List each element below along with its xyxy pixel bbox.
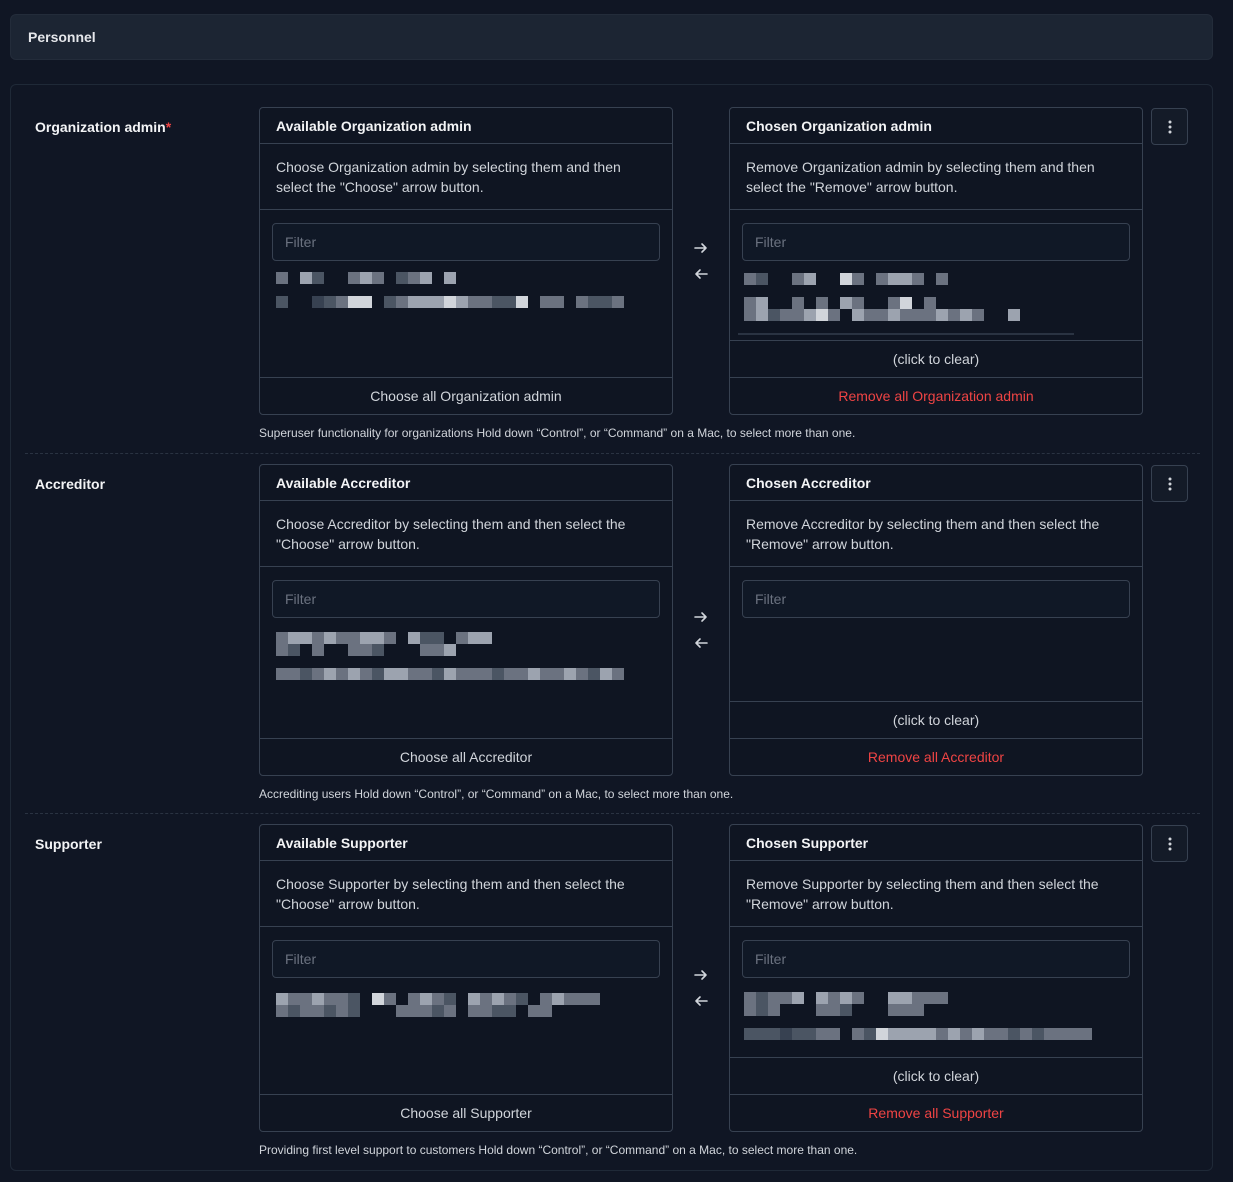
kebab-menu-icon — [1168, 837, 1171, 850]
available-box: Available Organization admin Choose Orga… — [259, 107, 673, 415]
arrow-left-icon — [695, 269, 708, 279]
chosen-title: Chosen Accreditor — [730, 465, 1142, 501]
list-item[interactable] — [744, 1028, 1092, 1040]
kebab-menu-icon — [1168, 477, 1171, 490]
remove-all-button[interactable]: Remove all Supporter — [730, 1094, 1142, 1131]
choose-button[interactable] — [691, 238, 711, 258]
chosen-box: Chosen Accreditor Remove Accreditor by s… — [729, 464, 1143, 776]
list-item[interactable] — [276, 668, 624, 680]
field-menu-button[interactable] — [1151, 825, 1188, 862]
available-help: Choose Supporter by selecting them and t… — [260, 861, 672, 927]
chosen-title: Chosen Supporter — [730, 825, 1142, 861]
field-menu-button[interactable] — [1151, 108, 1188, 145]
chosen-help: Remove Supporter by selecting them and t… — [730, 861, 1142, 927]
list-item[interactable] — [744, 309, 1020, 321]
chosen-filter-input[interactable] — [742, 940, 1130, 978]
list-item[interactable] — [276, 632, 492, 644]
list-item[interactable] — [744, 1004, 924, 1016]
available-filter-input[interactable] — [272, 580, 660, 618]
list-item[interactable] — [276, 1005, 552, 1017]
available-filter-input[interactable] — [272, 223, 660, 261]
available-help: Choose Organization admin by selecting t… — [260, 144, 672, 210]
chosen-filter-input[interactable] — [742, 580, 1130, 618]
arrow-left-icon — [695, 996, 708, 1006]
click-to-clear-button[interactable]: (click to clear) — [730, 340, 1142, 377]
list-item[interactable] — [744, 297, 936, 309]
arrow-left-icon — [695, 638, 708, 648]
available-box: Available Accreditor Choose Accreditor b… — [259, 464, 673, 776]
field-label: Supporter — [35, 836, 102, 852]
remove-all-button[interactable]: Remove all Organization admin — [730, 377, 1142, 414]
choose-all-button[interactable]: Choose all Organization admin — [260, 377, 672, 414]
list-item[interactable] — [276, 272, 456, 284]
chosen-box: Chosen Supporter Remove Supporter by sel… — [729, 824, 1143, 1132]
field-help-text: Providing first level support to custome… — [259, 1143, 858, 1157]
field-help-text: Accrediting users Hold down “Control”, o… — [259, 787, 734, 801]
field-row-supporter: Supporter Available Supporter Choose Sup… — [11, 813, 1212, 1171]
click-to-clear-button[interactable]: (click to clear) — [730, 701, 1142, 738]
arrow-right-icon — [694, 243, 707, 253]
available-select-list[interactable] — [260, 985, 672, 1093]
list-item[interactable] — [744, 273, 948, 285]
available-help: Choose Accreditor by selecting them and … — [260, 501, 672, 567]
list-item[interactable] — [276, 644, 468, 656]
chosen-select-list[interactable] — [730, 268, 1142, 340]
chosen-select-list[interactable] — [730, 625, 1142, 701]
choose-button[interactable] — [691, 965, 711, 985]
available-filter-input[interactable] — [272, 940, 660, 978]
chosen-filter-input[interactable] — [742, 223, 1130, 261]
available-select-list[interactable] — [260, 625, 672, 737]
field-label: Accreditor — [35, 476, 106, 492]
list-item[interactable] — [276, 296, 624, 308]
field-label: Organization admin* — [35, 119, 172, 135]
field-menu-button[interactable] — [1151, 465, 1188, 502]
available-select-list[interactable] — [260, 268, 672, 376]
available-title: Available Organization admin — [260, 108, 672, 144]
chosen-title: Chosen Organization admin — [730, 108, 1142, 144]
available-title: Available Supporter — [260, 825, 672, 861]
choose-button[interactable] — [691, 607, 711, 627]
list-item[interactable] — [276, 993, 600, 1005]
remove-button[interactable] — [691, 633, 711, 653]
personnel-fieldset: Organization admin* Available Organizati… — [10, 84, 1213, 1171]
section-header: Personnel — [10, 14, 1213, 60]
click-to-clear-button[interactable]: (click to clear) — [730, 1057, 1142, 1094]
field-row-accreditor: Accreditor Available Accreditor Choose A… — [11, 453, 1212, 813]
choose-all-button[interactable]: Choose all Supporter — [260, 1094, 672, 1131]
chosen-help: Remove Organization admin by selecting t… — [730, 144, 1142, 210]
arrow-right-icon — [694, 970, 707, 980]
field-row-organization-admin: Organization admin* Available Organizati… — [11, 85, 1212, 453]
field-help-text: Superuser functionality for organization… — [259, 426, 856, 440]
arrow-right-icon — [694, 612, 707, 622]
remove-button[interactable] — [691, 264, 711, 284]
list-item[interactable] — [744, 992, 948, 1004]
remove-all-button[interactable]: Remove all Accreditor — [730, 738, 1142, 775]
choose-all-button[interactable]: Choose all Accreditor — [260, 738, 672, 775]
remove-button[interactable] — [691, 991, 711, 1011]
chosen-help: Remove Accreditor by selecting them and … — [730, 501, 1142, 567]
section-title: Personnel — [28, 29, 96, 45]
chosen-box: Chosen Organization admin Remove Organiz… — [729, 107, 1143, 415]
required-marker: * — [165, 119, 172, 135]
chosen-select-list[interactable] — [730, 985, 1142, 1057]
kebab-menu-icon — [1168, 120, 1171, 133]
available-title: Available Accreditor — [260, 465, 672, 501]
horizontal-scrollbar[interactable] — [738, 333, 1074, 335]
available-box: Available Supporter Choose Supporter by … — [259, 824, 673, 1132]
